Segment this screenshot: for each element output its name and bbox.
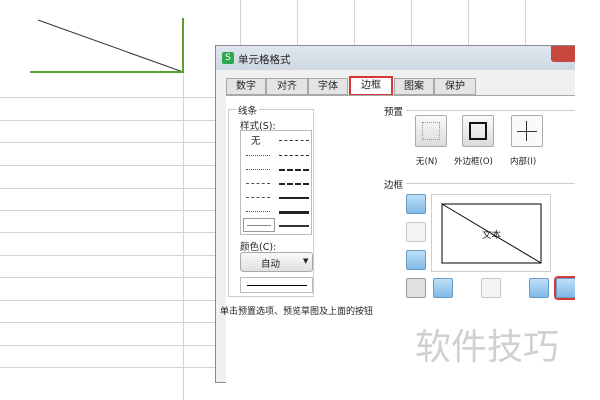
tab-label: 对齐 [277, 81, 297, 92]
tab-protection[interactable]: 保护 [434, 78, 476, 95]
close-icon[interactable] [551, 46, 576, 62]
preset-outline-button[interactable] [462, 115, 494, 147]
tab-label: 保护 [445, 81, 465, 92]
border-top-button[interactable] [406, 194, 426, 214]
line-style-none[interactable]: 无 [251, 133, 261, 147]
preset-none-button[interactable] [415, 115, 447, 147]
border-right-button[interactable] [529, 278, 549, 298]
preview-text: 文本 [482, 230, 502, 241]
chevron-down-icon: ▼ [303, 257, 309, 265]
line-style-list[interactable]: 无 [240, 130, 312, 235]
tab-label: 边框 [361, 80, 381, 91]
preset-inside-button[interactable] [511, 115, 543, 147]
border-middle-horizontal-button[interactable] [406, 222, 426, 242]
preset-none-label: 无(N) [416, 157, 438, 167]
border-diagonal-up-button[interactable] [406, 278, 426, 298]
tab-pattern[interactable]: 图案 [394, 78, 434, 95]
color-dropdown[interactable]: 自动 ▼ [240, 252, 313, 272]
selected-cell-diagonal[interactable] [0, 0, 215, 80]
tab-label: 字体 [318, 81, 338, 92]
tab-border[interactable]: 边框 [349, 76, 393, 96]
tab-label: 图案 [404, 81, 424, 92]
border-left-button[interactable] [433, 278, 453, 298]
tab-label: 数字 [236, 81, 256, 92]
hint-text: 单击预置选项、预览草图及上面的按钮 [220, 307, 374, 317]
border-label: 边框 [384, 180, 404, 191]
watermark: 软件技巧 [415, 327, 560, 368]
tab-number[interactable]: 数字 [226, 78, 266, 95]
dialog-title: 单元格格式 [238, 54, 291, 66]
border-middle-vertical-button[interactable] [481, 278, 501, 298]
dialog-titlebar: S 单元格格式 [216, 46, 576, 70]
preset-label: 预置 [384, 107, 404, 118]
border-diagonal-down-button[interactable] [554, 276, 578, 300]
preset-inside-label: 内部(I) [510, 157, 537, 167]
line-preview [240, 277, 313, 293]
line-group-label: 线条 [236, 103, 260, 117]
preset-outline-label: 外边框(O) [454, 157, 493, 167]
app-icon: S [222, 52, 234, 64]
tab-alignment[interactable]: 对齐 [266, 78, 308, 95]
border-preview[interactable]: 文本 [431, 194, 551, 272]
tab-font[interactable]: 字体 [308, 78, 348, 95]
line-style-selected[interactable] [243, 218, 275, 232]
color-label: 颜色(C): [240, 242, 277, 253]
border-bottom-button[interactable] [406, 250, 426, 270]
color-value: 自动 [261, 259, 281, 270]
